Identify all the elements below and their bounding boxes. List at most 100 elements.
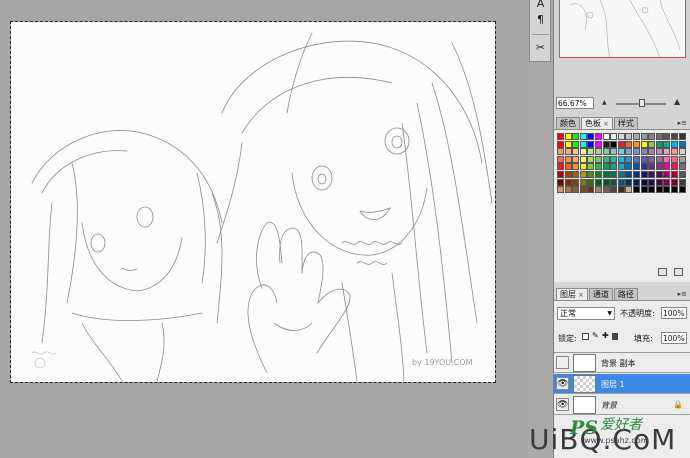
color-swatch[interactable] [678, 155, 686, 163]
color-swatch[interactable] [557, 148, 564, 156]
color-swatch[interactable] [655, 140, 663, 148]
color-swatch[interactable] [640, 186, 648, 194]
color-swatch[interactable] [678, 186, 686, 194]
color-swatch[interactable] [602, 186, 610, 194]
new-swatch-icon[interactable] [658, 268, 667, 276]
move-icon[interactable]: ✚ [602, 331, 609, 340]
color-swatch[interactable] [602, 133, 610, 140]
color-swatch[interactable] [587, 140, 595, 148]
color-swatch[interactable] [587, 186, 595, 194]
color-swatch[interactable] [572, 163, 580, 171]
color-swatch[interactable] [648, 140, 656, 148]
visibility-toggle[interactable] [556, 356, 569, 369]
color-swatch[interactable] [640, 171, 648, 178]
color-swatch[interactable] [572, 186, 580, 194]
color-swatch[interactable] [587, 148, 595, 156]
color-swatch[interactable] [595, 186, 602, 194]
color-swatch[interactable] [602, 163, 610, 171]
color-swatch[interactable] [678, 163, 686, 171]
eye-icon[interactable]: 👁 [556, 377, 569, 390]
color-swatch[interactable] [663, 171, 671, 178]
color-swatch[interactable] [579, 140, 587, 148]
color-swatch[interactable] [640, 148, 648, 156]
color-swatch[interactable] [579, 133, 587, 140]
color-swatch[interactable] [610, 171, 618, 178]
eye-icon[interactable]: 👁 [556, 398, 569, 411]
color-swatch[interactable] [602, 178, 610, 186]
color-swatch[interactable] [625, 171, 633, 178]
zoom-slider-handle[interactable] [639, 99, 645, 107]
color-swatch[interactable] [595, 140, 602, 148]
color-swatch[interactable] [640, 140, 648, 148]
color-swatch[interactable] [572, 140, 580, 148]
color-swatch[interactable] [648, 171, 656, 178]
color-swatch[interactable] [572, 133, 580, 140]
color-swatch[interactable] [617, 148, 625, 156]
scissors-icon[interactable]: ✂ [532, 40, 549, 56]
color-swatch[interactable] [648, 155, 656, 163]
color-swatch[interactable] [663, 178, 671, 186]
color-swatch[interactable] [564, 148, 572, 156]
color-swatch[interactable] [633, 148, 640, 156]
color-swatch[interactable] [617, 171, 625, 178]
color-swatch[interactable] [625, 140, 633, 148]
color-swatch[interactable] [557, 140, 564, 148]
color-swatch[interactable] [557, 178, 564, 186]
color-swatch[interactable] [648, 163, 656, 171]
color-swatch[interactable] [617, 178, 625, 186]
color-swatch[interactable] [655, 186, 663, 194]
color-swatch[interactable] [678, 140, 686, 148]
color-swatch[interactable] [595, 148, 602, 156]
color-swatch[interactable] [678, 133, 686, 140]
brush-icon[interactable]: ✎ [592, 331, 599, 340]
color-swatch[interactable] [663, 133, 671, 140]
color-swatch[interactable] [595, 133, 602, 140]
color-swatch[interactable] [640, 163, 648, 171]
color-swatch[interactable] [633, 133, 640, 140]
color-swatch[interactable] [633, 186, 640, 194]
color-swatch[interactable] [610, 140, 618, 148]
color-swatch[interactable] [602, 148, 610, 156]
blend-mode-select[interactable]: 正常 ▼ [557, 307, 615, 320]
color-swatch[interactable] [663, 186, 671, 194]
color-swatch[interactable] [671, 140, 678, 148]
color-swatch[interactable] [648, 148, 656, 156]
color-swatch[interactable] [655, 178, 663, 186]
color-swatch[interactable] [648, 178, 656, 186]
lock-all-icon[interactable] [612, 333, 618, 340]
color-swatch[interactable] [579, 163, 587, 171]
color-swatch[interactable] [663, 155, 671, 163]
zoom-out-icon[interactable]: ▲ [602, 99, 607, 106]
color-swatch[interactable] [671, 171, 678, 178]
color-swatch[interactable] [663, 148, 671, 156]
lock-transparency-icon[interactable] [582, 333, 589, 340]
color-swatch[interactable] [617, 163, 625, 171]
color-swatch[interactable] [633, 178, 640, 186]
color-swatch[interactable] [648, 186, 656, 194]
color-swatch[interactable] [617, 155, 625, 163]
color-swatch[interactable] [579, 171, 587, 178]
zoom-field[interactable]: 66.67% [556, 97, 594, 109]
color-swatch[interactable] [572, 178, 580, 186]
layer-row[interactable]: 👁 背景 🔒 [554, 395, 690, 415]
color-swatch[interactable] [625, 163, 633, 171]
color-swatch[interactable] [655, 148, 663, 156]
color-swatch[interactable] [595, 171, 602, 178]
color-swatch[interactable] [671, 186, 678, 194]
color-swatch[interactable] [655, 133, 663, 140]
color-swatch[interactable] [678, 148, 686, 156]
color-swatch[interactable] [572, 171, 580, 178]
color-swatch[interactable] [557, 186, 564, 194]
color-swatch[interactable] [625, 155, 633, 163]
color-swatch[interactable] [557, 133, 564, 140]
color-swatch[interactable] [633, 155, 640, 163]
color-swatch[interactable] [610, 155, 618, 163]
color-swatch[interactable] [625, 133, 633, 140]
color-swatch[interactable] [625, 148, 633, 156]
color-swatch[interactable] [633, 163, 640, 171]
color-swatch[interactable] [625, 178, 633, 186]
color-swatch[interactable] [610, 178, 618, 186]
color-swatch[interactable] [655, 155, 663, 163]
color-swatch[interactable] [557, 171, 564, 178]
color-swatch[interactable] [564, 163, 572, 171]
